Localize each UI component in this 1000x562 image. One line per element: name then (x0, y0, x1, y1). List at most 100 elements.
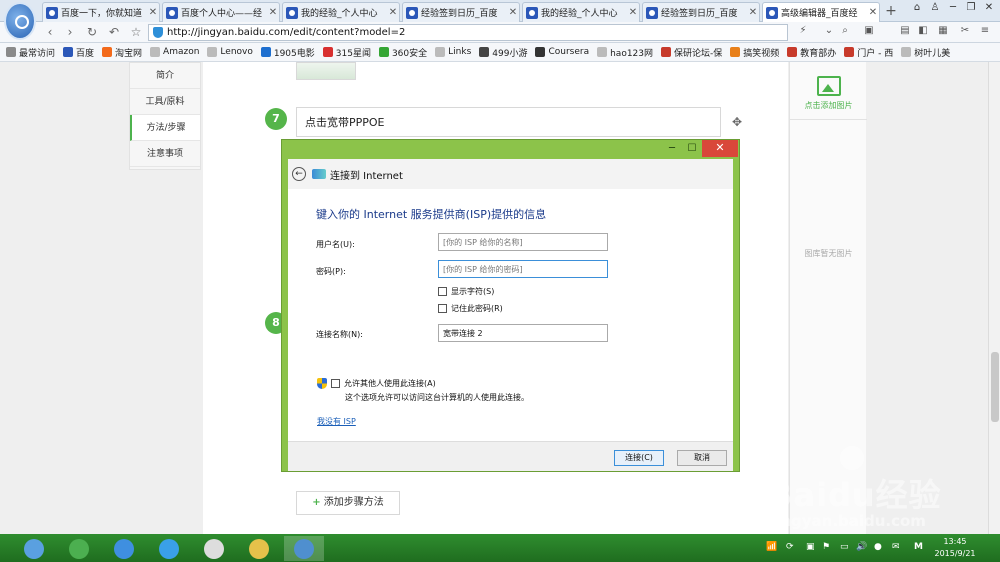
back-icon[interactable]: ‹ (42, 25, 58, 40)
new-tab-button[interactable]: + (882, 3, 900, 21)
tab-4[interactable]: 经验签到日历_百度 ✕ (402, 2, 520, 22)
tab-5[interactable]: 我的经验_个人中心 ✕ (522, 2, 640, 22)
flag-icon[interactable]: ⚑ (822, 542, 830, 552)
extension-icon[interactable]: ▦ (934, 25, 952, 40)
nav-item-1[interactable]: 工具/原料 (130, 89, 200, 115)
taskbar-app-utorrent[interactable] (59, 536, 99, 561)
step-image-thumbnail[interactable] (296, 62, 356, 80)
battery-icon[interactable]: ▭ (840, 542, 849, 552)
address-bar[interactable]: http://jingyan.baidu.com/edit/content?mo… (148, 24, 788, 41)
bookmark-item[interactable]: 保研论坛-保 (661, 46, 722, 59)
bookmark-item[interactable]: 门户 - 西 (844, 46, 893, 59)
skin-icon[interactable]: ♙ (928, 2, 942, 13)
no-isp-link[interactable]: 我没有 ISP (317, 416, 356, 427)
sidebar-toggle-icon[interactable]: ▤ (896, 25, 914, 40)
bookmark-item[interactable]: 教育部办 (787, 46, 836, 59)
checkbox-box[interactable] (331, 379, 340, 388)
dialog-maximize-button[interactable]: ☐ (685, 142, 699, 156)
qq-icon[interactable]: ● (874, 542, 882, 552)
bookmark-item[interactable]: 百度 (63, 46, 94, 59)
tab-close-icon[interactable]: ✕ (867, 7, 879, 18)
search-icon[interactable]: ⌕ (836, 25, 854, 40)
username-input[interactable]: [你的 ISP 给你的名称] (438, 233, 608, 251)
nav-item-2[interactable]: 方法/步骤 (130, 115, 200, 141)
page-scrollbar[interactable] (988, 62, 1000, 534)
url-text[interactable]: http://jingyan.baidu.com/edit/content?mo… (167, 27, 405, 38)
bookmark-item[interactable]: 360安全 (378, 46, 427, 59)
add-step-button[interactable]: + 添加步骤方法 (296, 491, 400, 515)
bookmark-item[interactable]: 最常访问 (6, 46, 55, 59)
bookmark-item[interactable]: 315星闻 (322, 46, 371, 59)
bookmark-item[interactable]: Links (435, 47, 471, 57)
tab-2[interactable]: 百度个人中心——经 ✕ (162, 2, 280, 22)
tray-app-icon[interactable]: ▣ (806, 542, 815, 552)
connect-button[interactable]: 连接(C) (614, 450, 664, 466)
allow-others-checkbox[interactable]: 允许其他人使用此连接(A) (317, 378, 436, 389)
mail-icon[interactable]: ✉ (892, 542, 900, 552)
system-clock[interactable]: 13:45 2015/9/21 (928, 536, 982, 560)
refresh-icon[interactable]: ↻ (84, 25, 100, 40)
step-7-text-input[interactable]: 点击宽带PPPOE (296, 107, 721, 137)
taskbar-app-app-1[interactable] (14, 536, 54, 561)
security-shield-icon (153, 27, 163, 38)
share-icon[interactable]: ◧ (914, 25, 932, 40)
taskbar-app-app-4[interactable] (149, 536, 189, 561)
lightning-icon[interactable]: ⚡ (794, 25, 812, 40)
home-icon[interactable]: ⌂ (910, 2, 924, 13)
dialog-close-button[interactable]: ✕ (702, 140, 738, 157)
minimize-button[interactable]: ─ (946, 2, 960, 13)
scissors-icon[interactable]: ✂ (956, 25, 974, 40)
remember-password-checkbox[interactable]: 记住此密码(R) (438, 303, 503, 314)
browser-logo-icon[interactable] (4, 2, 36, 40)
tab-close-icon[interactable]: ✕ (147, 7, 159, 18)
menu-icon[interactable]: ≡ (976, 25, 994, 40)
add-image-button[interactable]: 点击添加图片 (790, 62, 867, 120)
bookmark-item[interactable]: Coursera (535, 47, 589, 57)
sync-icon[interactable]: ⟳ (786, 542, 794, 552)
tab-6[interactable]: 经验签到日历_百度 ✕ (642, 2, 760, 22)
nav-item-0[interactable]: 简介 (130, 63, 200, 89)
back-arrow-icon[interactable]: ← (292, 167, 306, 181)
bookmark-item[interactable]: Amazon (150, 47, 199, 57)
tab-close-icon[interactable]: ✕ (267, 7, 279, 18)
baidu-search-icon[interactable]: ▣ (860, 25, 878, 40)
forward-icon[interactable]: › (62, 25, 78, 40)
close-window-button[interactable]: ✕ (982, 2, 996, 13)
tab-3[interactable]: 我的经验_个人中心 ✕ (282, 2, 400, 22)
nav-item-3[interactable]: 注意事项 (130, 141, 200, 167)
bookmark-item[interactable]: Lenovo (207, 47, 253, 57)
scrollbar-thumb[interactable] (991, 352, 999, 422)
tab-close-icon[interactable]: ✕ (747, 7, 759, 18)
tab-1[interactable]: 百度一下，你就知道 ✕ (42, 2, 160, 22)
wifi-icon[interactable]: 📶 (766, 542, 777, 552)
show-chars-checkbox[interactable]: 显示字符(S) (438, 286, 494, 297)
tab-close-icon[interactable]: ✕ (387, 7, 399, 18)
tab-7-active[interactable]: 高级编辑器_百度经 ✕ (762, 2, 880, 22)
dialog-minimize-button[interactable]: ─ (665, 142, 679, 156)
bookmark-item[interactable]: 搞笑视频 (730, 46, 779, 59)
dialog-titlebar[interactable]: ─ ☐ ✕ (282, 140, 739, 159)
taskbar-app-explorer[interactable] (239, 536, 279, 561)
checkbox-box[interactable] (438, 287, 447, 296)
bookmark-item[interactable]: 树叶儿美 (901, 46, 950, 59)
ime-indicator[interactable]: M (914, 542, 923, 552)
favorite-star-icon[interactable]: ☆ (128, 25, 144, 40)
bookmark-item[interactable]: 499小游 (479, 46, 527, 59)
connection-name-input[interactable]: 宽带连接 2 (438, 324, 608, 342)
move-icon[interactable]: ✥ (732, 115, 742, 129)
tab-close-icon[interactable]: ✕ (627, 7, 639, 18)
taskbar-app-control-panel[interactable] (284, 536, 324, 561)
bookmark-item[interactable]: 淘宝网 (102, 46, 142, 59)
tab-close-icon[interactable]: ✕ (507, 7, 519, 18)
taskbar-app-app-5[interactable] (194, 536, 234, 561)
add-picture-icon (816, 76, 841, 96)
volume-icon[interactable]: 🔊 (856, 542, 867, 552)
bookmark-item[interactable]: hao123网 (597, 46, 653, 59)
taskbar-app-ie[interactable] (104, 536, 144, 561)
bookmark-item[interactable]: 1905电影 (260, 46, 315, 59)
undo-icon[interactable]: ↶ (106, 25, 122, 40)
cancel-button[interactable]: 取消 (677, 450, 727, 466)
maximize-button[interactable]: ❐ (964, 2, 978, 13)
password-input[interactable]: [你的 ISP 给你的密码] (438, 260, 608, 278)
checkbox-box[interactable] (438, 304, 447, 313)
